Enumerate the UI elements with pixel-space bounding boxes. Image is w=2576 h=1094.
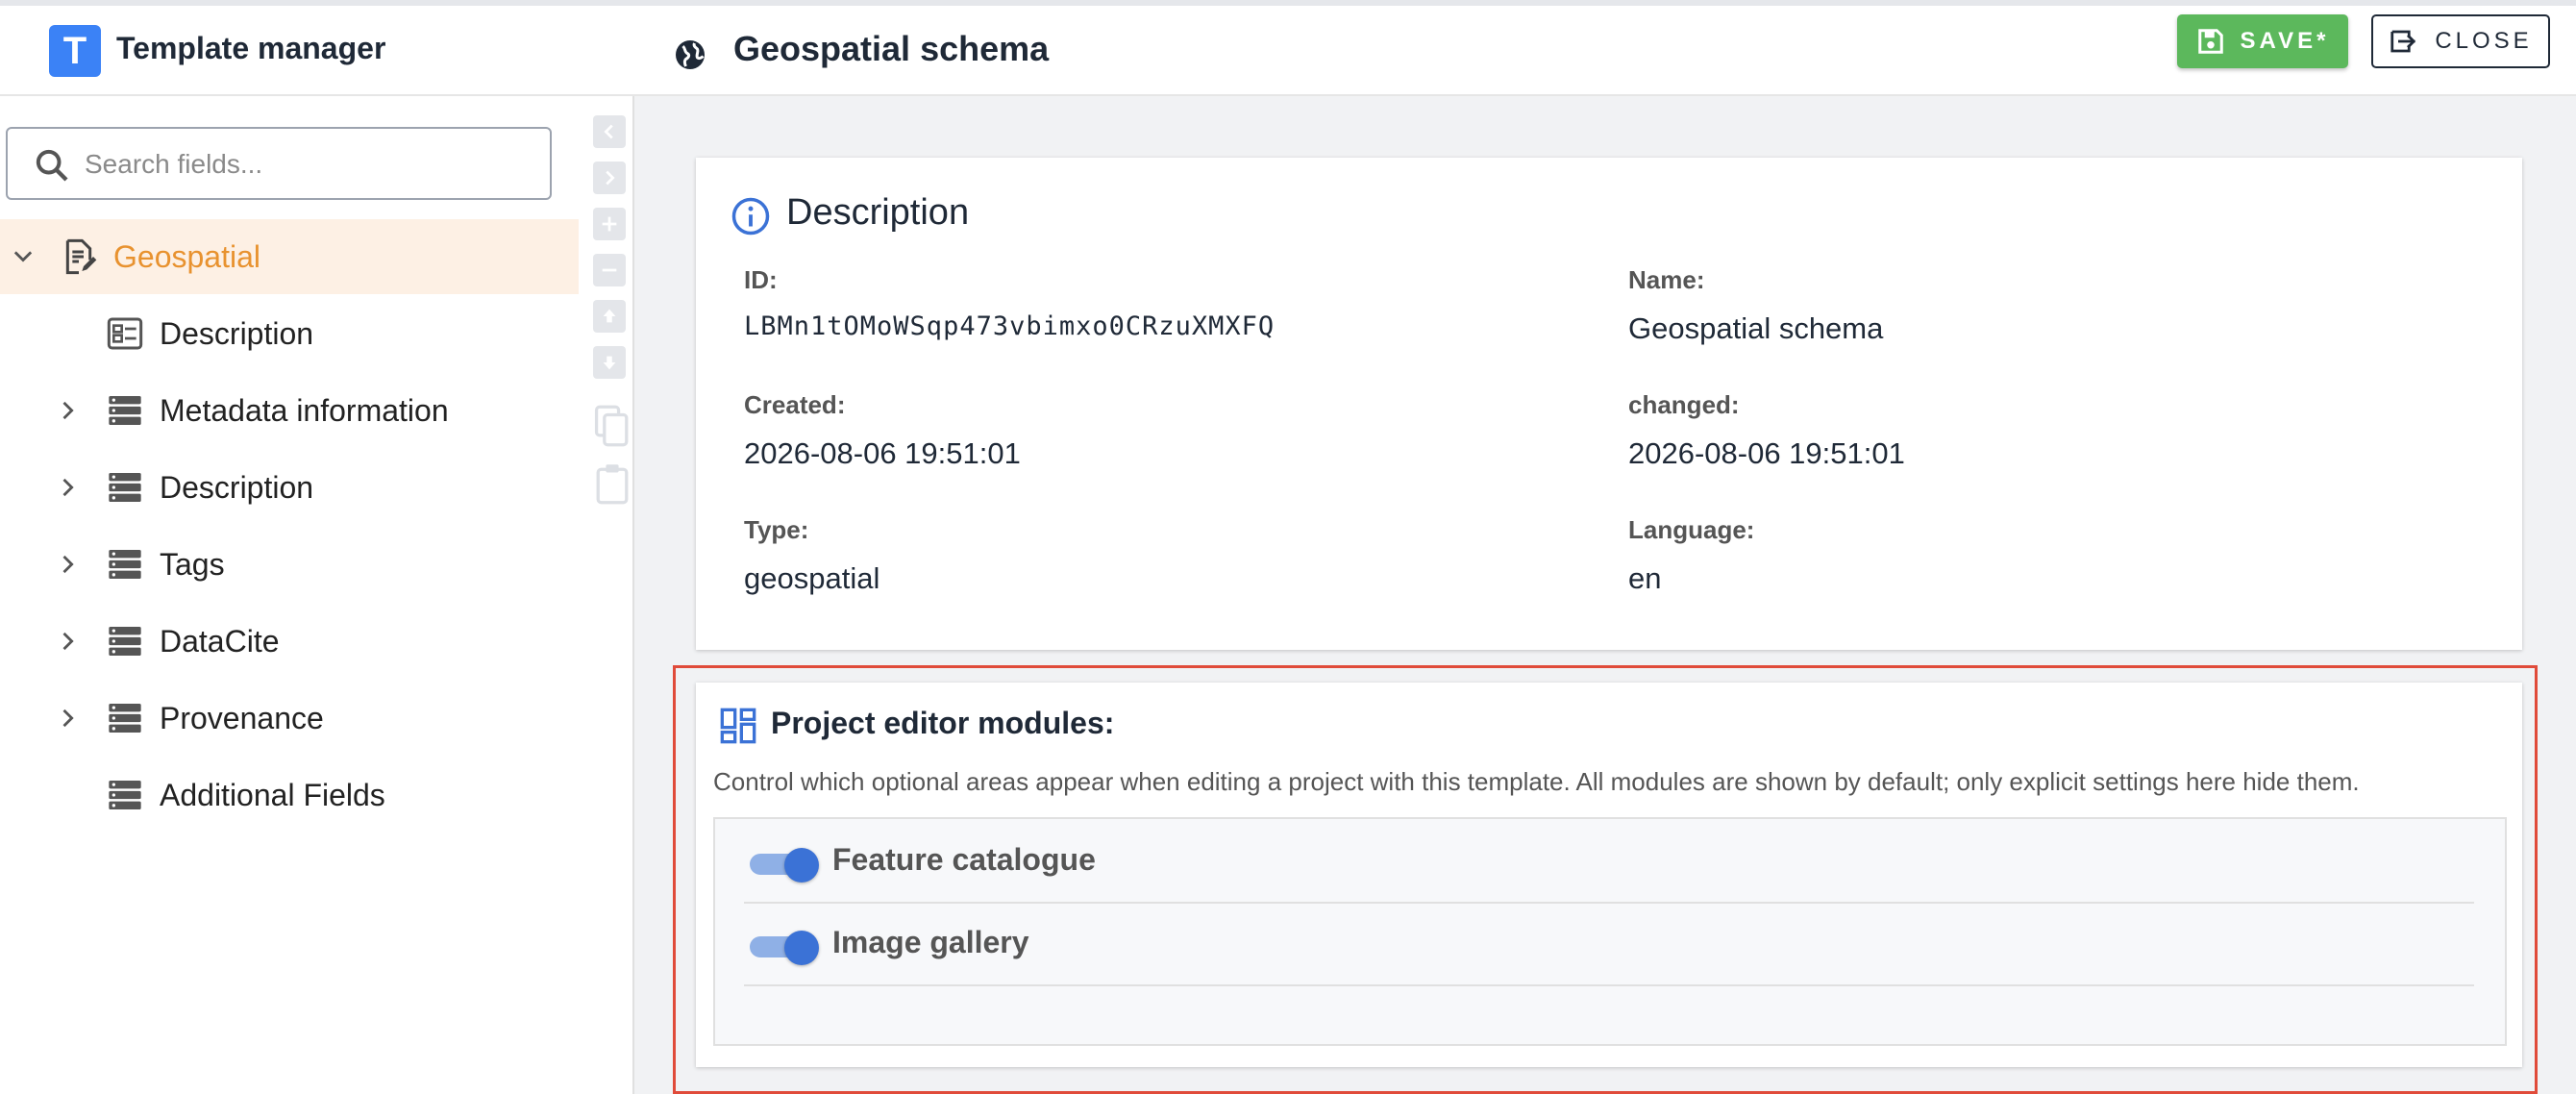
card-title: Description [786,192,970,233]
tree-item-tags[interactable]: Tags [0,527,579,602]
stack-icon [109,704,141,733]
created-value: 2026-08-06 19:51:01 [744,436,1021,470]
main-content: Description ID: LBMn1tOMoWSqp473vbimxo0C… [634,96,2576,1094]
page-title: Geospatial schema [733,29,1050,68]
chevron-down-icon[interactable] [10,243,37,270]
close-button[interactable]: CLOSE [2371,14,2550,68]
id-label: ID: [744,265,778,294]
tree-label: Provenance [160,700,324,735]
edit-document-icon [65,238,97,275]
tree-item-geospatial[interactable]: Geospatial [0,219,579,294]
search-input[interactable] [83,142,538,186]
app-logo: T [49,25,101,77]
tree-label: Metadata information [160,392,449,428]
close-label: CLOSE [2435,28,2533,54]
stack-icon [109,781,141,809]
remove-button[interactable] [593,254,626,286]
id-value: LBMn1tOMoWSqp473vbimxo0CRzuXMXFQ [744,311,1276,341]
arrow-up-icon [603,309,616,323]
search-box[interactable] [6,127,552,200]
chevron-left-icon [604,124,613,139]
tree-item-datacite[interactable]: DataCite [0,604,579,679]
chevron-right-icon[interactable] [54,397,81,424]
tree-item-provenance[interactable]: Provenance [0,681,579,756]
tree-item-description[interactable]: Description [0,296,579,371]
language-value: en [1628,561,1662,595]
description-card: Description ID: LBMn1tOMoWSqp473vbimxo0C… [696,158,2522,650]
app-title: Template manager [116,31,386,65]
name-label: Name: [1628,265,1705,294]
chevron-right-icon[interactable] [54,705,81,732]
tree-label: Tags [160,546,225,582]
move-down-button[interactable] [593,346,626,379]
tree-label: Additional Fields [160,777,385,812]
language-label: Language: [1628,515,1755,544]
tree-label: Description [160,469,314,505]
move-up-button[interactable] [593,300,626,333]
tree-label: DataCite [160,623,280,659]
expand-right-button[interactable] [593,162,626,194]
stack-icon [109,627,141,656]
tree-item-additional-fields[interactable]: Additional Fields [0,758,579,833]
app-header: T Template manager Geospatial schema SAV… [0,6,2576,96]
stack-icon [109,550,141,579]
stack-icon [109,473,141,502]
info-icon [731,197,770,236]
paste-icon[interactable] [593,461,632,506]
tree-item-description-group[interactable]: Description [0,450,579,525]
stack-icon [109,396,141,425]
arrow-down-icon [603,356,616,370]
tree-item-metadata-information[interactable]: Metadata information [0,373,579,448]
add-button[interactable] [593,208,626,240]
highlight-frame [673,665,2538,1094]
exit-icon [2390,30,2416,53]
created-label: Created: [744,390,846,419]
minus-icon [602,268,617,272]
collapse-left-button[interactable] [593,115,626,148]
chevron-right-icon [606,170,615,186]
save-icon [2197,29,2223,54]
field-sidebar: Geospatial Description Metadata informat… [0,96,634,1094]
tree-label: Geospatial [113,238,260,274]
name-value: Geospatial schema [1628,311,1884,345]
save-button[interactable]: SAVE* [2177,14,2348,68]
chevron-right-icon[interactable] [54,474,81,501]
copy-icon[interactable] [593,404,632,448]
chevron-right-icon[interactable] [54,551,81,578]
type-value: geospatial [744,561,880,595]
changed-value: 2026-08-06 19:51:01 [1628,436,1905,470]
tree-label: Description [160,315,314,351]
form-icon [107,317,143,350]
search-icon [36,149,68,182]
globe-icon [676,40,705,69]
type-label: Type: [744,515,809,544]
chevron-right-icon[interactable] [54,628,81,655]
save-label: SAVE* [2240,28,2330,54]
plus-icon [602,216,617,232]
changed-label: changed: [1628,390,1740,419]
